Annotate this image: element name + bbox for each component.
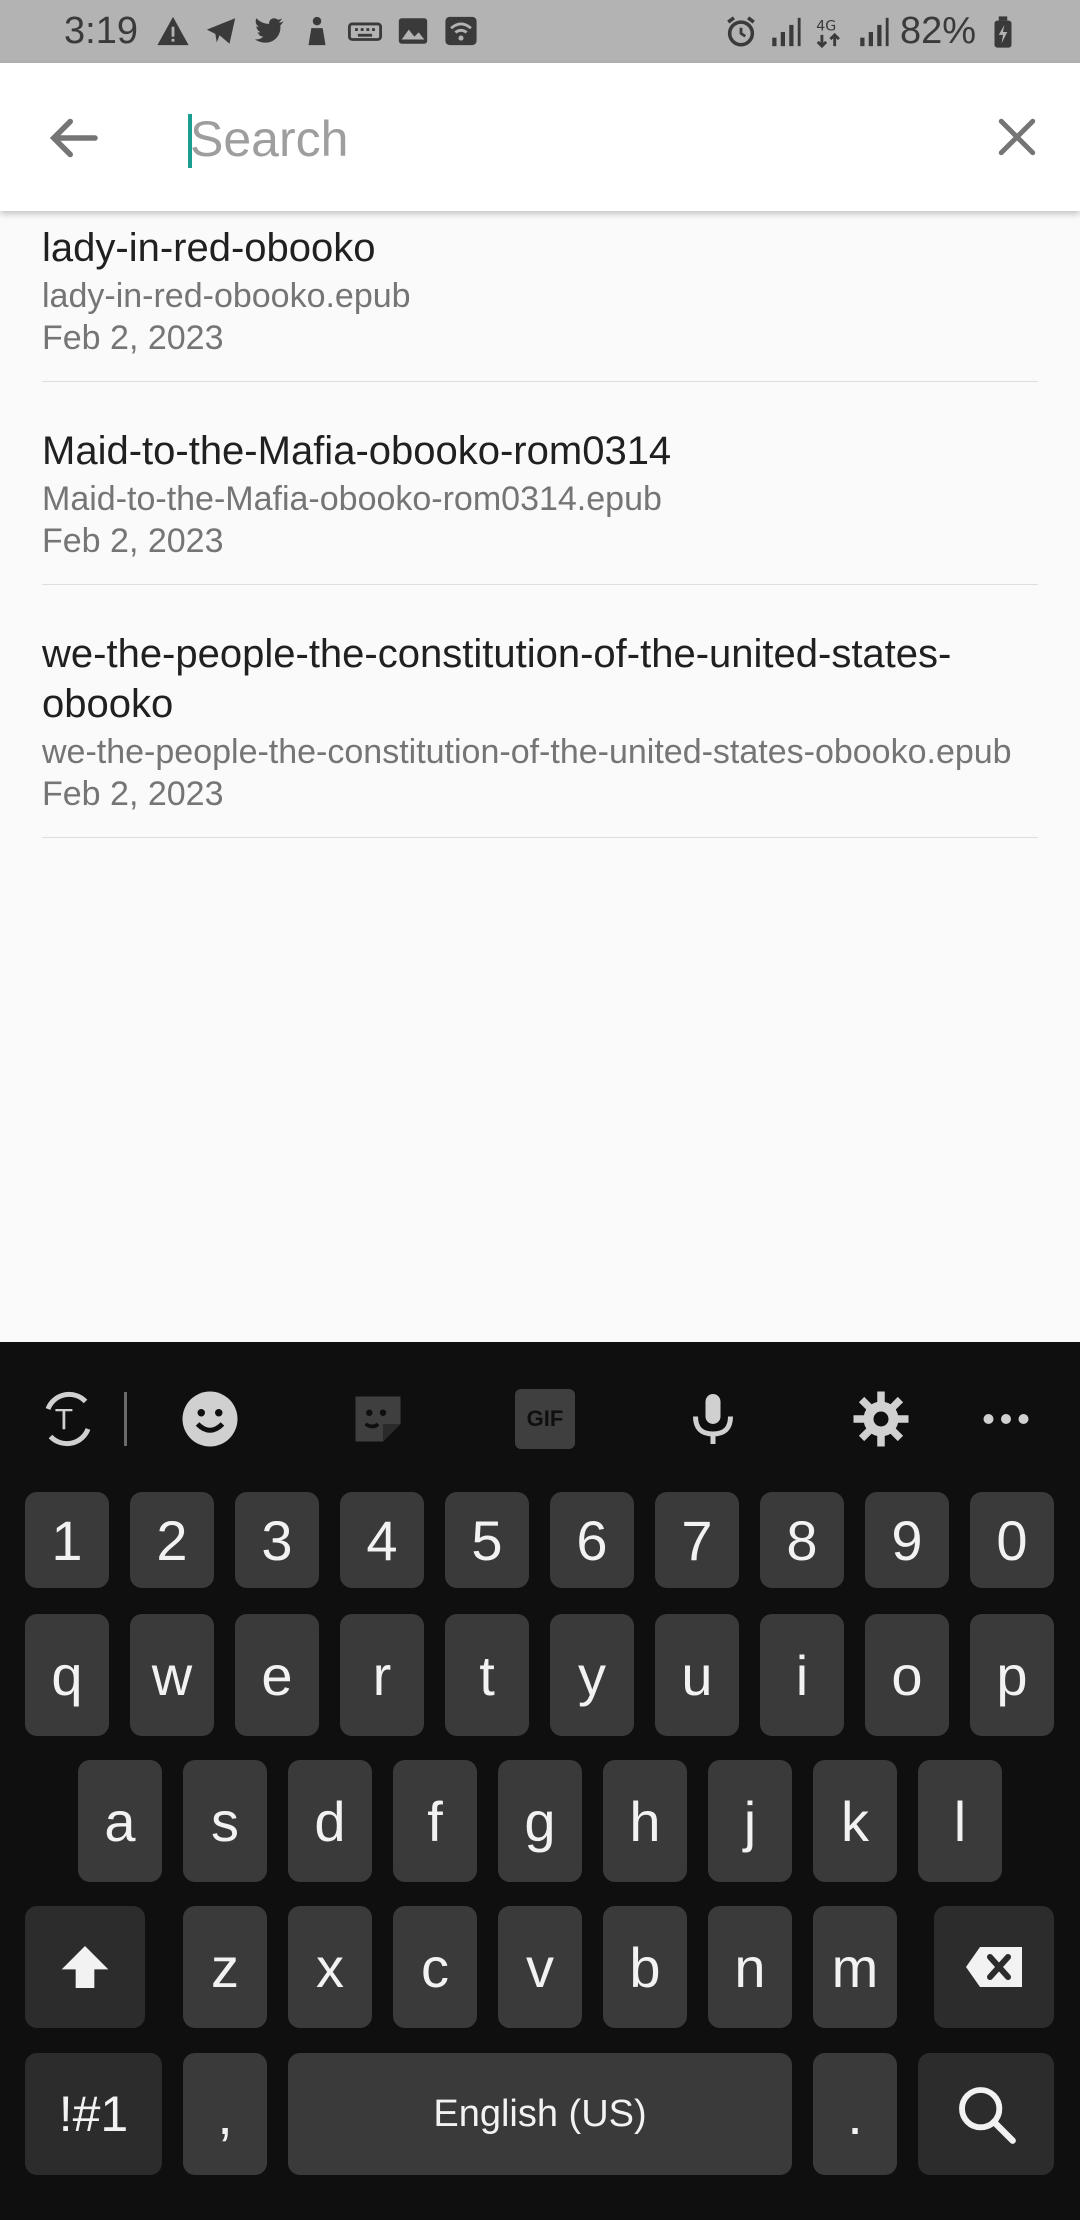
translate-icon[interactable]: T [38,1389,98,1449]
signal-icon [772,17,801,46]
key-d[interactable]: d [288,1760,372,1882]
keyboard-icon [348,22,382,41]
backspace-key[interactable] [934,1906,1054,2028]
svg-text:4G: 4G [816,18,836,34]
gif-icon[interactable]: GIF [515,1389,575,1449]
key-5[interactable]: 5 [445,1492,529,1588]
book-filename: we-the-people-the-constitution-of-the-un… [42,733,1012,771]
key-8[interactable]: 8 [760,1492,844,1588]
key-s[interactable]: s [183,1760,267,1882]
key-1[interactable]: 1 [25,1492,109,1588]
comma-key[interactable]: , [183,2053,267,2175]
telegram-icon [206,18,236,44]
list-item[interactable]: lady-in-red-obooko lady-in-red-obooko.ep… [42,211,1038,382]
key-o[interactable]: o [865,1614,949,1736]
key-f[interactable]: f [393,1760,477,1882]
space-key[interactable]: English (US) [288,2053,792,2175]
soft-keyboard: T GIF 1 2 3 4 5 6 7 8 9 0 q w e r t y u … [0,1342,1080,2220]
symbols-key[interactable]: !#1 [25,2053,162,2175]
shift-arrow-icon [61,1946,109,1988]
more-icon[interactable] [976,1389,1036,1449]
keyboard-toolbar: T GIF [0,1342,1080,1492]
text-cursor [188,114,192,168]
key-k[interactable]: k [813,1760,897,1882]
book-date: Feb 2, 2023 [42,522,224,560]
key-l[interactable]: l [918,1760,1002,1882]
search-icon [959,2087,1016,2144]
svg-text:T: T [55,1404,73,1436]
shift-key[interactable] [25,1906,145,2028]
figure-icon [308,16,326,46]
list-item[interactable]: Maid-to-the-Mafia-obooko-rom0314 Maid-to… [42,382,1038,585]
search-key[interactable] [918,2053,1054,2175]
book-title: lady-in-red-obooko [42,226,376,270]
key-3[interactable]: 3 [235,1492,319,1588]
key-u[interactable]: u [655,1614,739,1736]
status-bar: 3:19 4G 82% [0,0,1080,63]
key-z[interactable]: z [183,1906,267,2028]
key-b[interactable]: b [603,1906,687,2028]
image-icon [398,18,428,44]
key-a[interactable]: a [78,1760,162,1882]
backspace-icon [966,1947,1022,1987]
toolbar-divider [124,1392,127,1446]
key-0[interactable]: 0 [970,1492,1054,1588]
key-y[interactable]: y [550,1614,634,1736]
book-title: Maid-to-the-Mafia-obooko-rom0314 [42,429,672,473]
key-g[interactable]: g [498,1760,582,1882]
key-x[interactable]: x [288,1906,372,2028]
key-r[interactable]: r [340,1614,424,1736]
system-icons: 4G 82% [724,10,1020,53]
key-v[interactable]: v [498,1906,582,2028]
notification-icons [156,14,478,48]
book-filename: Maid-to-the-Mafia-obooko-rom0314.epub [42,480,662,518]
signal-icon-2 [860,17,889,46]
search-input[interactable] [188,99,948,179]
search-results-list: lady-in-red-obooko lady-in-red-obooko.ep… [42,211,1038,838]
key-6[interactable]: 6 [550,1492,634,1588]
key-h[interactable]: h [603,1760,687,1882]
key-j[interactable]: j [708,1760,792,1882]
book-date: Feb 2, 2023 [42,319,224,357]
key-t[interactable]: t [445,1614,529,1736]
key-e[interactable]: e [235,1614,319,1736]
key-4[interactable]: 4 [340,1492,424,1588]
settings-icon[interactable] [851,1389,911,1449]
wifi-icon [445,16,477,46]
book-title: we-the-people-the-constitution-of-the-un… [42,632,952,726]
key-q[interactable]: q [25,1614,109,1736]
key-c[interactable]: c [393,1906,477,2028]
battery-charging-icon [994,15,1012,48]
warning-icon [157,16,189,46]
book-date: Feb 2, 2023 [42,775,224,813]
search-app-bar [0,63,1080,211]
twitter-icon [254,18,284,43]
period-key[interactable]: . [813,2053,897,2175]
key-n[interactable]: n [708,1906,792,2028]
sticker-icon[interactable] [348,1389,408,1449]
book-filename: lady-in-red-obooko.epub [42,277,411,315]
list-item[interactable]: we-the-people-the-constitution-of-the-un… [42,585,1038,838]
key-i[interactable]: i [760,1614,844,1736]
key-p[interactable]: p [970,1614,1054,1736]
battery-percent: 82% [899,10,976,52]
status-time: 3:19 [64,10,138,52]
data-4g-icon: 4G [816,18,840,48]
key-7[interactable]: 7 [655,1492,739,1588]
close-icon[interactable] [990,110,1044,164]
back-arrow-icon[interactable] [40,105,106,171]
key-9[interactable]: 9 [865,1492,949,1588]
key-2[interactable]: 2 [130,1492,214,1588]
microphone-icon[interactable] [683,1389,743,1449]
emoji-icon[interactable] [180,1389,240,1449]
key-w[interactable]: w [130,1614,214,1736]
key-m[interactable]: m [813,1906,897,2028]
alarm-icon [727,15,755,47]
